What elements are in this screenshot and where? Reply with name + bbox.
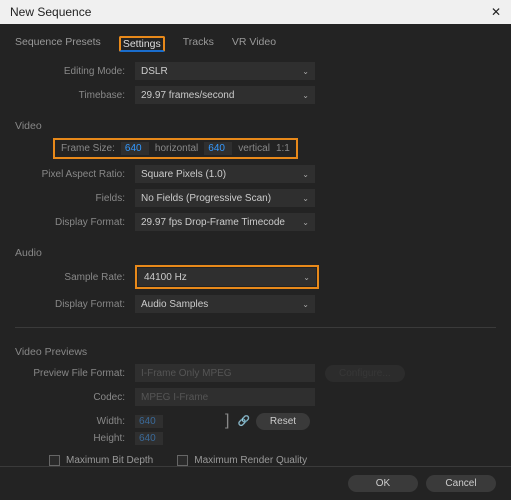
frame-size-label: Frame Size: — [61, 143, 115, 154]
frame-ratio: 1:1 — [276, 143, 290, 154]
frame-height-input[interactable]: 640 — [204, 142, 232, 155]
ok-button[interactable]: OK — [348, 475, 418, 492]
link-bracket: ] — [225, 412, 229, 430]
chevron-down-icon: ⌄ — [302, 91, 309, 100]
max-bit-depth-checkbox[interactable] — [49, 455, 60, 466]
timebase-dropdown[interactable]: 29.97 frames/second ⌄ — [135, 86, 315, 104]
dialog-title: New Sequence — [10, 5, 91, 19]
timebase-label: Timebase: — [15, 90, 135, 101]
editing-mode-dropdown[interactable]: DSLR ⌄ — [135, 62, 315, 80]
bottom-bar: OK Cancel — [0, 466, 511, 500]
codec-dropdown: MPEG I-Frame — [135, 388, 315, 406]
frame-size-group: Frame Size: 640 horizontal 640 vertical … — [53, 138, 298, 159]
pixel-aspect-label: Pixel Aspect Ratio: — [15, 169, 135, 180]
max-render-label: Maximum Render Quality — [194, 455, 307, 466]
max-bit-depth-label: Maximum Bit Depth — [66, 455, 153, 466]
codec-label: Codec: — [15, 392, 135, 403]
titlebar: New Sequence ✕ — [0, 0, 511, 24]
frame-height-label: vertical — [238, 143, 270, 154]
preview-height-label: Height: — [15, 433, 135, 444]
chevron-down-icon: ⌄ — [302, 194, 309, 203]
configure-button: Configure... — [325, 365, 405, 382]
reset-button[interactable]: Reset — [256, 413, 310, 430]
chevron-down-icon: ⌄ — [302, 300, 309, 309]
audio-display-format-label: Display Format: — [15, 299, 135, 310]
sample-rate-dropdown[interactable]: 44100 Hz ⌄ — [138, 268, 316, 286]
preview-file-format-dropdown: I-Frame Only MPEG — [135, 364, 315, 382]
chevron-down-icon: ⌄ — [303, 273, 310, 282]
tabs: Sequence Presets Settings Tracks VR Vide… — [15, 36, 496, 52]
link-icon[interactable]: 🔗 — [237, 416, 249, 427]
preview-file-format-label: Preview File Format: — [15, 368, 135, 379]
frame-width-input[interactable]: 640 — [121, 142, 149, 155]
fields-dropdown[interactable]: No Fields (Progressive Scan) ⌄ — [135, 189, 315, 207]
new-sequence-dialog: New Sequence ✕ Sequence Presets Settings… — [0, 0, 511, 500]
pixel-aspect-dropdown[interactable]: Square Pixels (1.0) ⌄ — [135, 165, 315, 183]
editing-mode-label: Editing Mode: — [15, 66, 135, 77]
frame-width-label: horizontal — [155, 143, 198, 154]
dialog-content: Sequence Presets Settings Tracks VR Vide… — [0, 24, 511, 466]
cancel-button[interactable]: Cancel — [426, 475, 496, 492]
audio-section-label: Audio — [15, 247, 496, 259]
tab-settings[interactable]: Settings — [119, 36, 165, 52]
tab-tracks[interactable]: Tracks — [183, 36, 214, 52]
chevron-down-icon: ⌄ — [302, 67, 309, 76]
max-render-checkbox[interactable] — [177, 455, 188, 466]
tab-vr-video[interactable]: VR Video — [232, 36, 276, 52]
audio-display-format-dropdown[interactable]: Audio Samples ⌄ — [135, 295, 315, 313]
preview-width-label: Width: — [15, 416, 135, 427]
fields-label: Fields: — [15, 193, 135, 204]
video-display-format-dropdown[interactable]: 29.97 fps Drop-Frame Timecode ⌄ — [135, 213, 315, 231]
chevron-down-icon: ⌄ — [302, 170, 309, 179]
previews-section-label: Video Previews — [15, 346, 496, 358]
preview-height-input[interactable]: 640 — [135, 432, 163, 445]
video-section-label: Video — [15, 120, 496, 132]
video-display-format-label: Display Format: — [15, 217, 135, 228]
sample-rate-label: Sample Rate: — [15, 272, 135, 283]
chevron-down-icon: ⌄ — [302, 218, 309, 227]
close-icon[interactable]: ✕ — [491, 5, 501, 19]
preview-width-input[interactable]: 640 — [135, 415, 163, 428]
tab-sequence-presets[interactable]: Sequence Presets — [15, 36, 101, 52]
